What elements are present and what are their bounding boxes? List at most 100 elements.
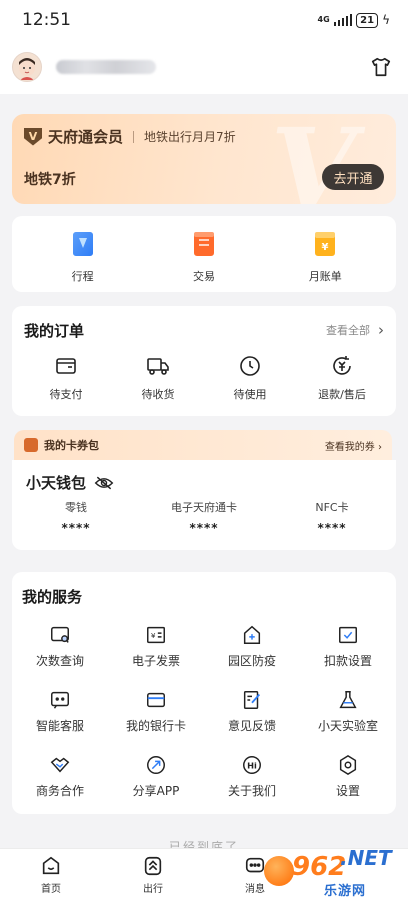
- svg-text:¥: ¥: [151, 631, 156, 640]
- banner-decoration: V: [259, 114, 368, 204]
- service-customer-service[interactable]: 智能客服: [12, 689, 108, 734]
- view-all-label: 查看全部: [326, 324, 370, 337]
- avatar[interactable]: [12, 52, 42, 82]
- wallet-item-label: 电子天府通卡: [171, 501, 237, 514]
- wallet-item-label: 零钱: [65, 501, 87, 514]
- nav-label: 出行: [143, 884, 163, 895]
- settings-icon: [339, 754, 357, 776]
- service-label: 扣款设置: [323, 654, 372, 668]
- service-label: 次数查询: [35, 654, 84, 668]
- view-coupons-link[interactable]: 查看我的券 ›: [325, 438, 382, 453]
- travel-icon: [144, 856, 162, 876]
- nav-home[interactable]: 首页: [11, 849, 91, 900]
- order-status-row: 待支付 待收货 待使用 退款/售后: [12, 354, 396, 402]
- lab-icon: [339, 691, 357, 709]
- handshake-icon: [50, 757, 70, 773]
- order-label: 待收货: [141, 388, 175, 401]
- status-indicators: 4G 21 ϟ: [318, 12, 390, 28]
- services-grid: 次数查询 ¥ 电子发票 园区防疫 扣款设置 智能客服 我的银行卡 意见反馈 小天: [12, 616, 396, 799]
- service-business[interactable]: 商务合作: [12, 754, 108, 799]
- wallet-title: 小天钱包: [26, 474, 87, 492]
- wallet-header: 小天钱包: [12, 460, 396, 493]
- nav-travel[interactable]: 出行: [113, 849, 193, 900]
- service-label: 电子发票: [131, 654, 180, 668]
- service-deduction[interactable]: 扣款设置: [300, 624, 396, 669]
- wallet-card: 小天钱包 零钱 **** 电子天府通卡 **** NFC卡 ****: [12, 460, 396, 550]
- service-epidemic[interactable]: 园区防疫: [204, 624, 300, 669]
- profile-header: [0, 40, 408, 94]
- service-label: 智能客服: [35, 719, 84, 733]
- nav-mine[interactable]: [317, 849, 397, 900]
- status-bar: 12:51 4G 21 ϟ: [0, 0, 408, 40]
- view-coupons-label: 查看我的券: [324, 441, 375, 453]
- status-time: 12:51: [22, 10, 71, 30]
- battery-level: 21: [360, 14, 375, 26]
- member-title-row: V 天府通会员 地铁出行月月7折: [24, 126, 236, 147]
- member-banner[interactable]: V V 天府通会员 地铁出行月月7折 地铁7折 去开通: [12, 114, 396, 204]
- wallet-item-value: ****: [317, 521, 347, 535]
- wallet-change[interactable]: 零钱 ****: [16, 499, 136, 535]
- service-count-query[interactable]: 次数查询: [12, 624, 108, 669]
- order-label: 待使用: [233, 388, 267, 401]
- monthly-bill-icon: ¥: [315, 232, 336, 256]
- truck-icon: [147, 358, 169, 375]
- orders-title: 我的订单: [24, 321, 85, 340]
- charging-icon: ϟ: [382, 13, 390, 27]
- service-feedback[interactable]: 意见反馈: [204, 689, 300, 734]
- feedback-icon: [243, 691, 261, 709]
- orders-card: 我的订单 查看全部 › 待支付 待收货 待使用 退款/售后: [12, 306, 396, 416]
- coupon-bar[interactable]: 我的卡券包 查看我的券 ›: [14, 430, 392, 460]
- order-refund[interactable]: 退款/售后: [302, 354, 382, 402]
- wallet-e-card[interactable]: 电子天府通卡 ****: [144, 499, 264, 535]
- services-card: 我的服务 次数查询 ¥ 电子发票 园区防疫 扣款设置 智能客服 我的银行卡 意见…: [12, 572, 396, 814]
- service-share[interactable]: 分享APP: [108, 754, 204, 799]
- service-e-invoice[interactable]: ¥ 电子发票: [108, 624, 204, 669]
- member-subtitle: 地铁7折: [24, 172, 76, 188]
- clock-icon: [240, 356, 260, 376]
- quick-label: 交易: [192, 270, 215, 283]
- home-icon: [42, 856, 60, 875]
- quick-trip[interactable]: 行程: [43, 216, 123, 292]
- refund-icon: [333, 356, 351, 375]
- battery-icon: 21: [356, 12, 379, 28]
- message-icon: [245, 857, 265, 873]
- member-desc: 地铁出行月月7折: [144, 130, 236, 144]
- order-pending-payment[interactable]: 待支付: [26, 354, 106, 402]
- eye-hidden-icon[interactable]: [94, 475, 114, 491]
- trip-icon: [72, 232, 93, 256]
- wallet-item-value: ****: [61, 521, 91, 535]
- order-pending-use[interactable]: 待使用: [210, 354, 290, 402]
- order-label: 待支付: [49, 388, 83, 401]
- open-member-button[interactable]: 去开通: [322, 164, 384, 190]
- service-label: 分享APP: [132, 784, 180, 798]
- avatar-face-icon: [19, 58, 35, 80]
- view-all-orders-link[interactable]: 查看全部 ›: [326, 321, 384, 339]
- quick-label: 行程: [71, 270, 94, 283]
- wallet-nfc-card[interactable]: NFC卡 ****: [272, 499, 392, 535]
- quick-transaction[interactable]: 交易: [164, 216, 244, 292]
- orders-header: 我的订单 查看全部 ›: [12, 306, 396, 354]
- services-title: 我的服务: [22, 588, 83, 606]
- service-about[interactable]: Hi 关于我们: [204, 754, 300, 799]
- service-settings[interactable]: 设置: [300, 754, 396, 799]
- bottom-nav: 首页 出行 消息: [0, 848, 408, 900]
- wallet-item-label: NFC卡: [315, 501, 349, 514]
- coupon-title: 我的卡券包: [44, 439, 99, 452]
- bank-card-icon: [147, 692, 165, 708]
- about-icon: Hi: [243, 756, 261, 774]
- svg-text:Hi: Hi: [247, 761, 257, 771]
- epidemic-icon: [243, 625, 261, 644]
- share-icon: [147, 756, 165, 774]
- order-pending-receipt[interactable]: 待收货: [118, 354, 198, 402]
- skin-shirt-icon[interactable]: [370, 56, 392, 82]
- coupon-left: 我的卡券包: [24, 437, 99, 453]
- quick-monthly-bill[interactable]: ¥ 月账单: [285, 216, 365, 292]
- service-label: 商务合作: [35, 784, 84, 798]
- nav-message[interactable]: 消息: [215, 849, 295, 900]
- wallet-balances: 零钱 **** 电子天府通卡 **** NFC卡 ****: [12, 499, 396, 535]
- service-label: 小天实验室: [317, 719, 378, 733]
- service-bank-card[interactable]: 我的银行卡: [108, 689, 204, 734]
- deduction-settings-icon: [339, 626, 357, 644]
- service-lab[interactable]: 小天实验室: [300, 689, 396, 734]
- member-name: 天府通会员: [48, 128, 124, 146]
